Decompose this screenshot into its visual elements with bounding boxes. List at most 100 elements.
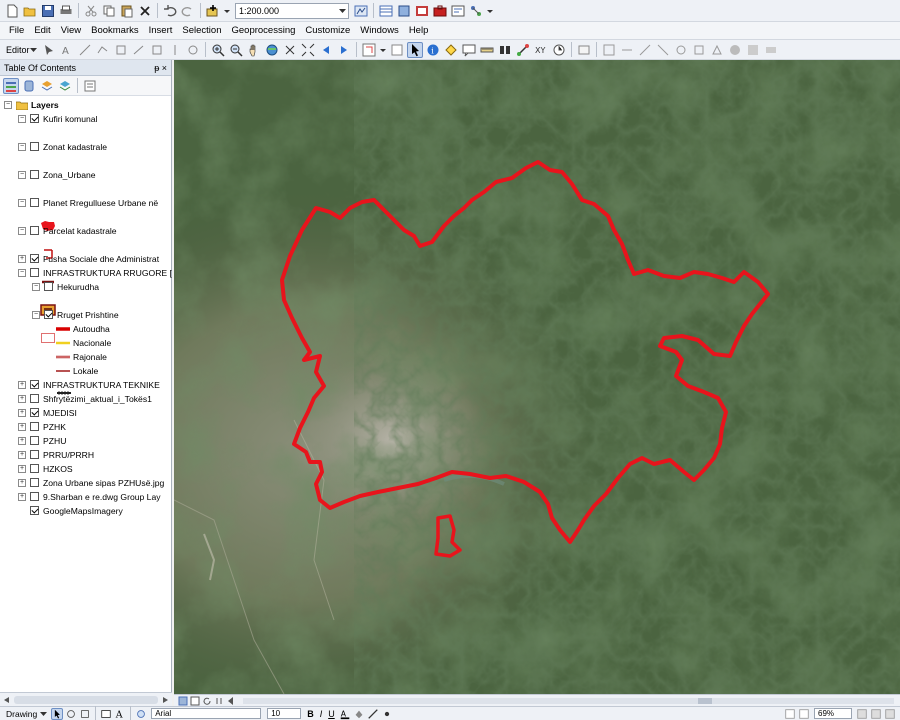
text-tool-icon[interactable]: A — [114, 708, 126, 720]
toc-pin-close[interactable]: ᵽ × — [154, 63, 167, 73]
layer-parcelat-kadastrale[interactable]: − Parcelat kadastrale — [18, 224, 117, 237]
rectangle-tool-icon[interactable] — [100, 708, 112, 720]
menu-selection[interactable]: Selection — [177, 22, 226, 40]
layer-visibility-checkbox[interactable] — [30, 450, 39, 459]
edit-annotation-icon[interactable]: A — [59, 42, 75, 58]
line-color-icon[interactable] — [367, 708, 379, 720]
fixed-zoom-in-icon[interactable] — [282, 42, 298, 58]
layer-shfrytezimi-aktual[interactable]: + Shfrytëzimi_aktual_i_Tokës1 — [18, 392, 152, 405]
layer-sharban-dwg[interactable]: + 9.Sharban e re.dwg Group Lay — [18, 490, 161, 503]
layer-visibility-checkbox[interactable] — [30, 268, 39, 277]
expand-icon[interactable]: + — [18, 254, 26, 263]
bold-button[interactable]: B — [304, 709, 317, 719]
redo-icon[interactable] — [180, 3, 196, 19]
expand-icon[interactable]: + — [18, 436, 26, 445]
layer-pzhk[interactable]: + PZHK — [18, 420, 66, 433]
layout-tool-icon[interactable] — [709, 42, 725, 58]
toggle-draft-mode-icon[interactable] — [856, 708, 868, 720]
layer-visibility-checkbox[interactable] — [44, 282, 53, 291]
layer-hzkos[interactable]: + HZKOS — [18, 462, 73, 475]
layer-pzhu[interactable]: + PZHU — [18, 434, 66, 447]
pan-icon[interactable] — [246, 42, 262, 58]
layout-tool-icon[interactable] — [601, 42, 617, 58]
scroll-left-icon[interactable] — [226, 696, 236, 706]
chevron-down-icon[interactable] — [379, 42, 387, 58]
menu-view[interactable]: View — [56, 22, 86, 40]
layout-tool-icon[interactable] — [691, 42, 707, 58]
layer-hekurudha[interactable]: − Hekurudha — [32, 280, 99, 293]
clear-selection-icon[interactable] — [389, 42, 405, 58]
layout-tool-icon[interactable] — [727, 42, 743, 58]
rotate-element-icon[interactable] — [65, 708, 77, 720]
font-color-icon[interactable]: A — [339, 708, 351, 720]
collapse-icon[interactable]: − — [4, 100, 12, 109]
expand-icon[interactable]: + — [18, 408, 26, 417]
layer-visibility-checkbox[interactable] — [30, 408, 39, 417]
scroll-left-icon[interactable] — [4, 696, 10, 703]
select-elements-icon[interactable] — [406, 41, 423, 58]
layer-rruget-prishtine[interactable]: − Rruget Prishtine — [32, 308, 119, 321]
delete-icon[interactable] — [137, 3, 153, 19]
chevron-down-icon[interactable] — [40, 711, 48, 717]
collapse-icon[interactable]: − — [18, 142, 26, 151]
print-icon[interactable] — [58, 3, 74, 19]
expand-icon[interactable]: + — [18, 450, 26, 459]
layer-visibility-checkbox[interactable] — [44, 310, 53, 319]
map-view[interactable] — [174, 60, 900, 694]
collapse-icon[interactable]: − — [18, 226, 26, 235]
zoom-whole-page-icon[interactable] — [79, 708, 91, 720]
collapse-icon[interactable]: − — [32, 282, 40, 291]
layer-visibility-checkbox[interactable] — [30, 254, 39, 263]
expand-icon[interactable]: + — [18, 394, 26, 403]
layout-zoom-out-icon[interactable] — [798, 708, 810, 720]
layer-zona-urbane-pzhu-jpg[interactable]: + Zona Urbane sipas PZHUsë.jpg — [18, 476, 164, 489]
layer-visibility-checkbox[interactable] — [30, 170, 39, 179]
layout-tool-icon[interactable] — [655, 42, 671, 58]
scroll-right-icon[interactable] — [162, 696, 168, 703]
toc-options-icon[interactable] — [82, 78, 98, 94]
layout-tool-icon[interactable] — [763, 42, 779, 58]
editor-menu-button[interactable]: Editor — [3, 45, 40, 55]
time-slider-icon[interactable] — [551, 42, 567, 58]
collapse-icon[interactable]: − — [18, 268, 26, 277]
layout-tool-icon[interactable] — [745, 42, 761, 58]
go-to-xy-icon[interactable]: XY — [533, 42, 549, 58]
sketch-tool-icon[interactable] — [95, 42, 111, 58]
hyperlink-icon[interactable] — [443, 42, 459, 58]
html-popup-icon[interactable] — [461, 42, 477, 58]
layer-visibility-checkbox[interactable] — [30, 492, 39, 501]
focus-data-frame-icon[interactable] — [870, 708, 882, 720]
list-by-source-icon[interactable] — [21, 78, 37, 94]
data-view-icon[interactable] — [178, 696, 188, 706]
catalog-icon[interactable] — [396, 3, 412, 19]
list-by-drawing-order-icon[interactable] — [3, 77, 19, 94]
add-data-icon[interactable] — [205, 3, 221, 19]
select-features-icon[interactable] — [361, 42, 377, 58]
refresh-icon[interactable] — [202, 696, 212, 706]
collapse-icon[interactable]: − — [32, 310, 40, 319]
paste-icon[interactable] — [119, 3, 135, 19]
save-icon[interactable] — [40, 3, 56, 19]
rotate-icon[interactable] — [185, 42, 201, 58]
menu-insert[interactable]: Insert — [144, 22, 178, 40]
layer-visibility-checkbox[interactable] — [30, 464, 39, 473]
layer-mjedisi[interactable]: + MJEDISI — [18, 406, 77, 419]
menu-windows[interactable]: Windows — [355, 22, 404, 40]
georef-layer-icon[interactable] — [576, 42, 592, 58]
layer-visibility-checkbox[interactable] — [30, 226, 39, 235]
layer-fusha-sociale[interactable]: + Fusha Sociale dhe Administrat — [18, 252, 159, 265]
fill-color-icon[interactable] — [353, 708, 365, 720]
map-scale-input[interactable]: 1:200.000 — [235, 2, 349, 19]
expand-icon[interactable]: + — [18, 478, 26, 487]
layer-visibility-checkbox[interactable] — [30, 142, 39, 151]
table-of-contents-icon[interactable] — [378, 3, 394, 19]
open-folder-icon[interactable] — [22, 3, 38, 19]
layout-zoom-select[interactable]: 69% — [814, 708, 852, 719]
layer-google-maps-imagery[interactable]: GoogleMapsImagery — [18, 504, 123, 517]
drawing-menu-button[interactable]: Drawing — [6, 709, 37, 719]
map-scroll-thumb[interactable] — [698, 697, 712, 704]
chevron-down-icon[interactable] — [486, 3, 494, 19]
collapse-icon[interactable]: − — [18, 198, 26, 207]
select-elements-icon[interactable] — [51, 707, 64, 720]
map-horizontal-scrollbar[interactable] — [243, 697, 894, 704]
